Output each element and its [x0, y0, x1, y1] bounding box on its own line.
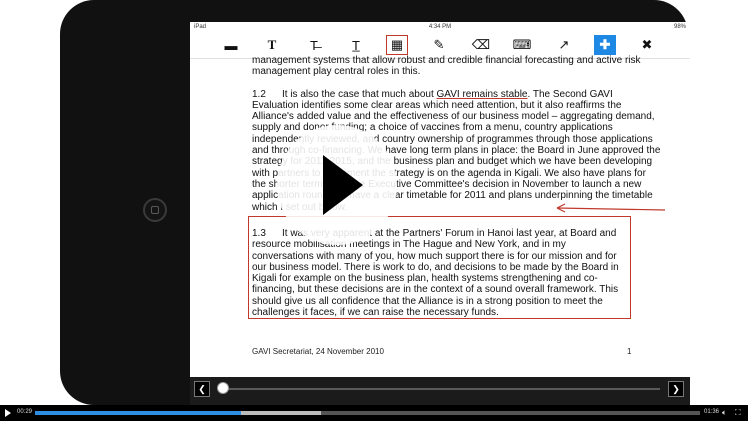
- paragraph-1-3: 1.3 It was very apparent at the Partners'…: [252, 228, 627, 318]
- play-video-icon[interactable]: [277, 125, 397, 245]
- page-footer-source: GAVI Secretariat, 24 November 2010: [252, 347, 384, 356]
- underlined-annotation[interactable]: GAVI remains stable: [437, 89, 528, 100]
- page-number: 1: [627, 347, 632, 356]
- page-navigator: ❮ ❯: [190, 377, 690, 405]
- play-button-icon[interactable]: [5, 409, 11, 417]
- home-button-icon: [143, 198, 167, 222]
- video-duration: 01:36: [704, 409, 720, 415]
- clock: 4:34 PM: [428, 24, 452, 30]
- app-screen: iPad 4:34 PM 98% ▬ T T̶ T̲ ▦ ✎ ⌫ ⌨ ↗ ✚ ✖…: [190, 22, 690, 405]
- paragraph-number: 1.2: [252, 88, 266, 100]
- video-progress-bar[interactable]: [35, 411, 700, 415]
- underline-icon[interactable]: T̲: [345, 35, 367, 55]
- battery-level: 98%: [673, 24, 686, 30]
- keyboard-icon[interactable]: ⌨: [511, 35, 533, 55]
- paragraph-text-pre: It is also the case that much about: [282, 88, 437, 100]
- line-arrow-icon[interactable]: ↗: [553, 35, 575, 55]
- previous-page-button[interactable]: ❮: [194, 381, 210, 397]
- highlight-box-icon[interactable]: ▦: [386, 35, 408, 55]
- next-page-button[interactable]: ❯: [668, 381, 684, 397]
- pen-icon[interactable]: ✎: [428, 35, 450, 55]
- paragraph-number: 1.3: [252, 228, 266, 239]
- intro-paragraph: management systems that allow robust and…: [252, 55, 641, 78]
- played-bar: [35, 411, 242, 415]
- eraser-icon[interactable]: ⌫: [470, 35, 492, 55]
- elapsed-time: 00:29: [17, 409, 33, 415]
- fullscreen-icon[interactable]: ⛶: [735, 408, 741, 418]
- close-icon[interactable]: ✖: [636, 35, 658, 55]
- page-scrubber-track[interactable]: [218, 388, 660, 390]
- text-box-icon[interactable]: T: [261, 35, 283, 55]
- volume-icon[interactable]: 🔈︎: [722, 408, 727, 418]
- video-controls: 00:29 01:36 🔈︎ ⛶: [0, 405, 748, 421]
- comment-icon[interactable]: ▬: [220, 35, 242, 55]
- paragraph-text: It was very apparent at the Partners' Fo…: [252, 228, 619, 319]
- page-scrubber-thumb[interactable]: [217, 382, 229, 394]
- plus-icon[interactable]: ✚: [594, 35, 616, 55]
- strikethrough-icon[interactable]: T̶: [303, 35, 325, 55]
